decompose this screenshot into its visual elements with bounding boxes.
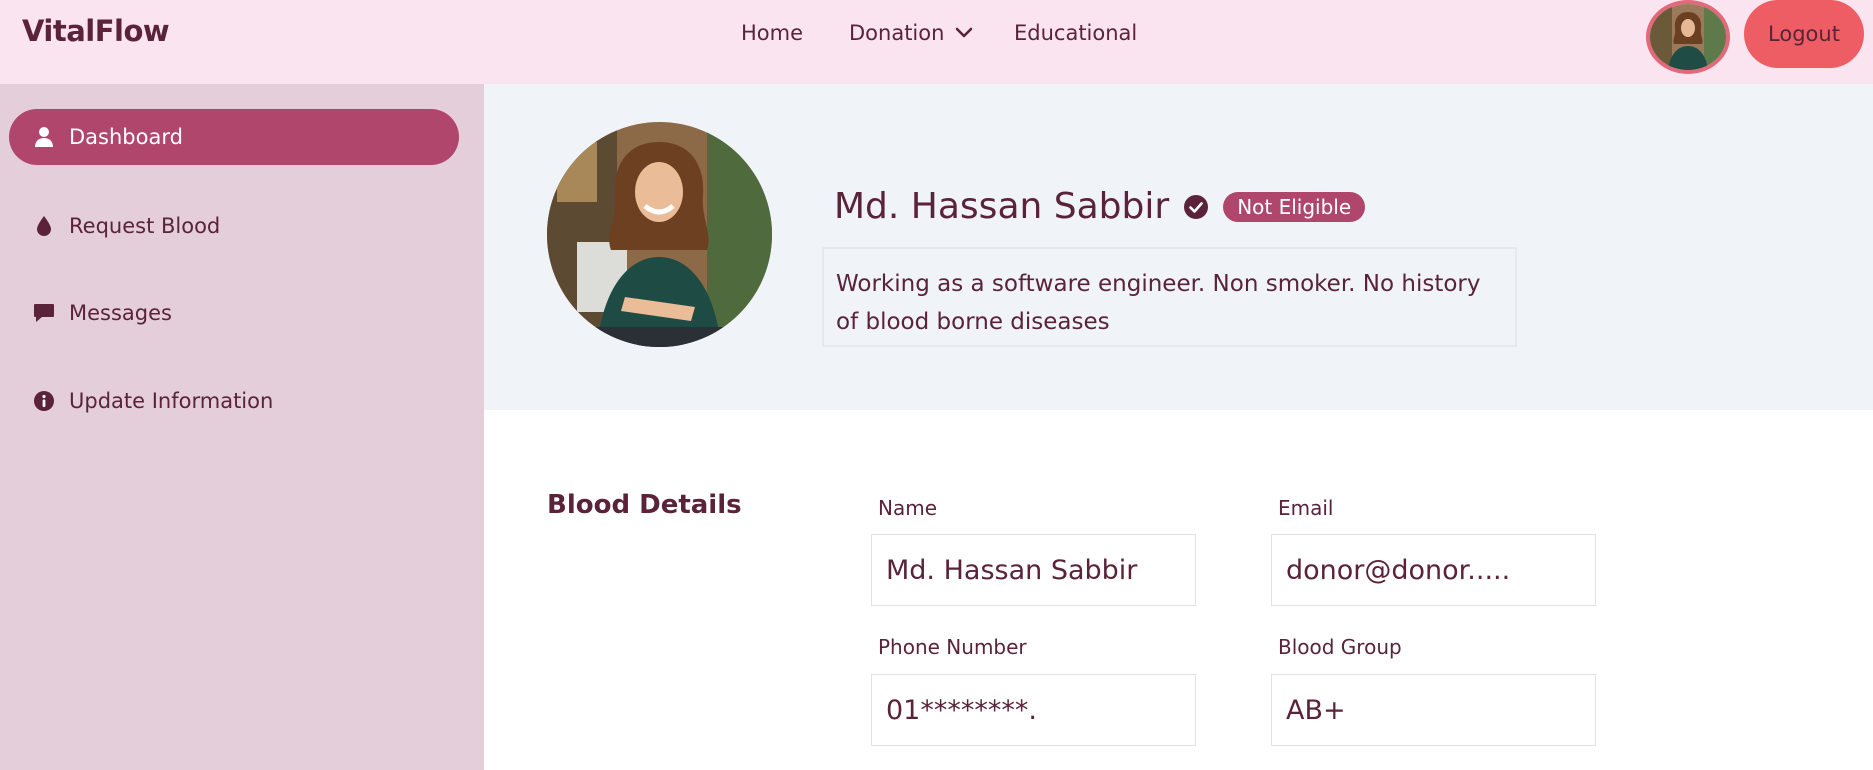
profile-photo xyxy=(547,122,772,347)
blood-group-label: Blood Group xyxy=(1278,635,1402,659)
sidebar-item-label: Request Blood xyxy=(69,214,221,238)
user-icon xyxy=(33,126,55,148)
sidebar-item-label: Update Information xyxy=(69,389,274,413)
profile-name-row: Md. Hassan Sabbir Not Eligible xyxy=(834,186,1366,227)
nav-home-link[interactable]: Home xyxy=(741,21,803,45)
avatar-photo xyxy=(1650,4,1726,70)
user-avatar[interactable] xyxy=(1646,0,1730,74)
name-label: Name xyxy=(878,496,938,520)
phone-field[interactable] xyxy=(871,674,1196,746)
sidebar-item-label: Messages xyxy=(69,301,172,325)
sidebar-item-dashboard[interactable]: Dashboard xyxy=(9,109,459,165)
blood-details-title: Blood Details xyxy=(547,490,742,520)
profile-bio: Working as a software engineer. Non smok… xyxy=(822,247,1517,347)
phone-label: Phone Number xyxy=(878,635,1027,659)
profile-name: Md. Hassan Sabbir xyxy=(834,186,1170,227)
blood-group-field[interactable] xyxy=(1271,674,1596,746)
sidebar-item-messages[interactable]: Messages xyxy=(9,285,459,341)
sidebar-item-request-blood[interactable]: Request Blood xyxy=(9,198,459,254)
logout-button[interactable]: Logout xyxy=(1744,0,1864,68)
nav-educational-link[interactable]: Educational xyxy=(1014,21,1137,45)
eligibility-status-badge: Not Eligible xyxy=(1223,191,1366,222)
nav-donation-label: Donation xyxy=(849,21,945,45)
sidebar: Dashboard Request Blood Messages Update … xyxy=(0,84,484,770)
verified-check-icon xyxy=(1184,194,1209,219)
sidebar-item-update-information[interactable]: Update Information xyxy=(9,373,459,429)
email-label: Email xyxy=(1278,496,1334,520)
blood-drop-icon xyxy=(33,215,55,237)
info-icon xyxy=(33,390,55,412)
top-navbar: VitalFlow Home Donation Educational Logo… xyxy=(0,0,1873,84)
nav-donation-dropdown[interactable]: Donation xyxy=(849,21,974,45)
sidebar-item-label: Dashboard xyxy=(69,125,183,149)
brand-logo[interactable]: VitalFlow xyxy=(22,14,170,48)
email-field[interactable] xyxy=(1271,534,1596,606)
chevron-down-icon xyxy=(956,27,973,38)
name-field[interactable] xyxy=(871,534,1196,606)
message-icon xyxy=(33,302,55,324)
